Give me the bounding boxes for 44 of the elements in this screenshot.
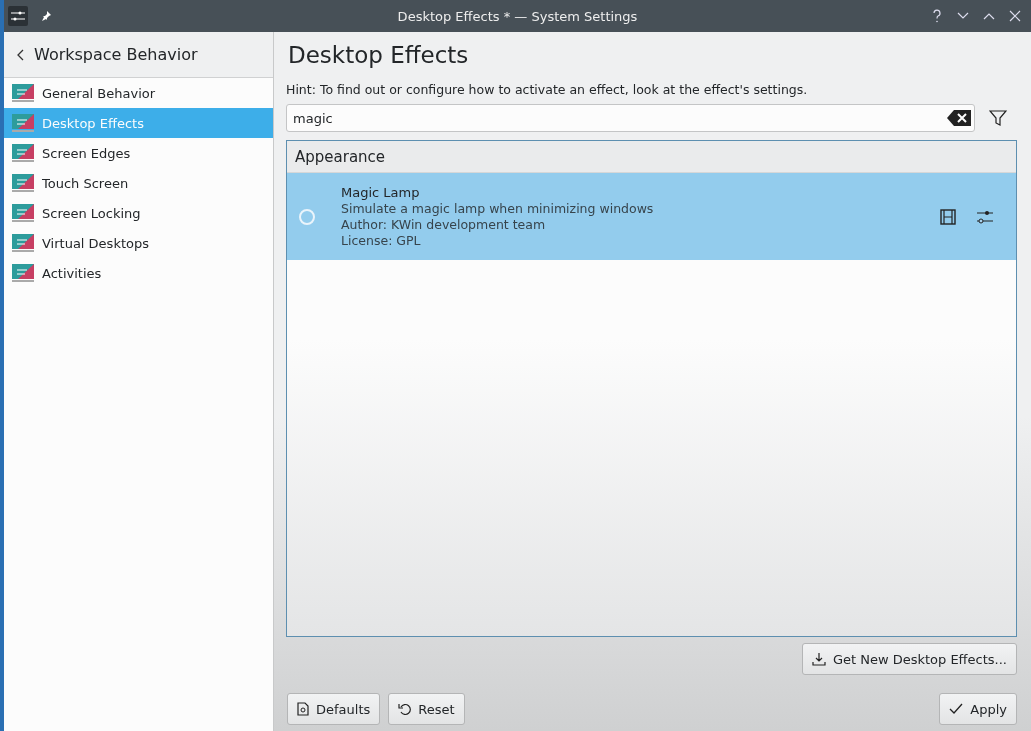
settings-page-icon [12, 233, 34, 253]
search-field[interactable]: magic [286, 104, 975, 132]
effect-description: Simulate a magic lamp when minimizing windows [341, 201, 655, 216]
clear-icon[interactable] [947, 110, 971, 126]
filter-icon[interactable] [989, 109, 1007, 127]
sidebar-item[interactable]: Activities [4, 258, 273, 288]
category-header: Appearance [287, 141, 1016, 173]
get-new-button[interactable]: Get New Desktop Effects... [801, 643, 1017, 675]
undo-icon [398, 702, 412, 716]
maximize-icon[interactable] [983, 12, 995, 20]
document-icon [297, 702, 309, 716]
settings-page-icon [12, 83, 34, 103]
close-icon[interactable] [1009, 10, 1021, 22]
sliders-icon [8, 6, 28, 26]
download-icon [811, 652, 826, 666]
settings-page-icon [12, 263, 34, 283]
checkmark-icon [949, 703, 964, 715]
help-icon[interactable] [931, 9, 943, 23]
sidebar-item[interactable]: Screen Locking [4, 198, 273, 228]
effect-author: Author: KWin development team [341, 217, 547, 232]
window-title: Desktop Effects * — System Settings [397, 8, 638, 24]
settings-icon[interactable] [976, 208, 994, 225]
settings-page-icon [12, 143, 34, 163]
reset-button[interactable]: Reset [388, 693, 465, 725]
effect-checkbox[interactable] [299, 208, 315, 225]
film-icon[interactable] [940, 208, 956, 225]
defaults-button[interactable]: Defaults [287, 693, 381, 725]
hint-text: Hint: To find out or configure how to activate an effect, look at the effect's settings. [286, 82, 809, 97]
minimize-icon[interactable] [957, 12, 969, 20]
settings-page-icon [12, 173, 34, 193]
page-title: Desktop Effects [287, 41, 470, 70]
pin-icon[interactable] [40, 10, 52, 22]
sidebar-item[interactable]: Screen Edges [4, 138, 273, 168]
settings-page-icon [12, 203, 34, 223]
back-icon [16, 48, 24, 61]
effect-name: Magic Lamp [341, 185, 421, 200]
sidebar-item[interactable]: Virtual Desktops [4, 228, 273, 258]
sidebar-item[interactable]: Touch Screen [4, 168, 273, 198]
apply-button[interactable]: Apply [939, 693, 1017, 725]
back-button[interactable]: Workspace Behavior [4, 32, 273, 78]
effect-row[interactable]: Magic Lamp Simulate a magic lamp when minimizing windows Author: KWin development team License: GPL [287, 173, 1016, 260]
sidebar-item[interactable]: General Behavior [4, 78, 273, 108]
settings-page-icon [12, 113, 34, 133]
effect-license: License: GPL [341, 233, 422, 248]
